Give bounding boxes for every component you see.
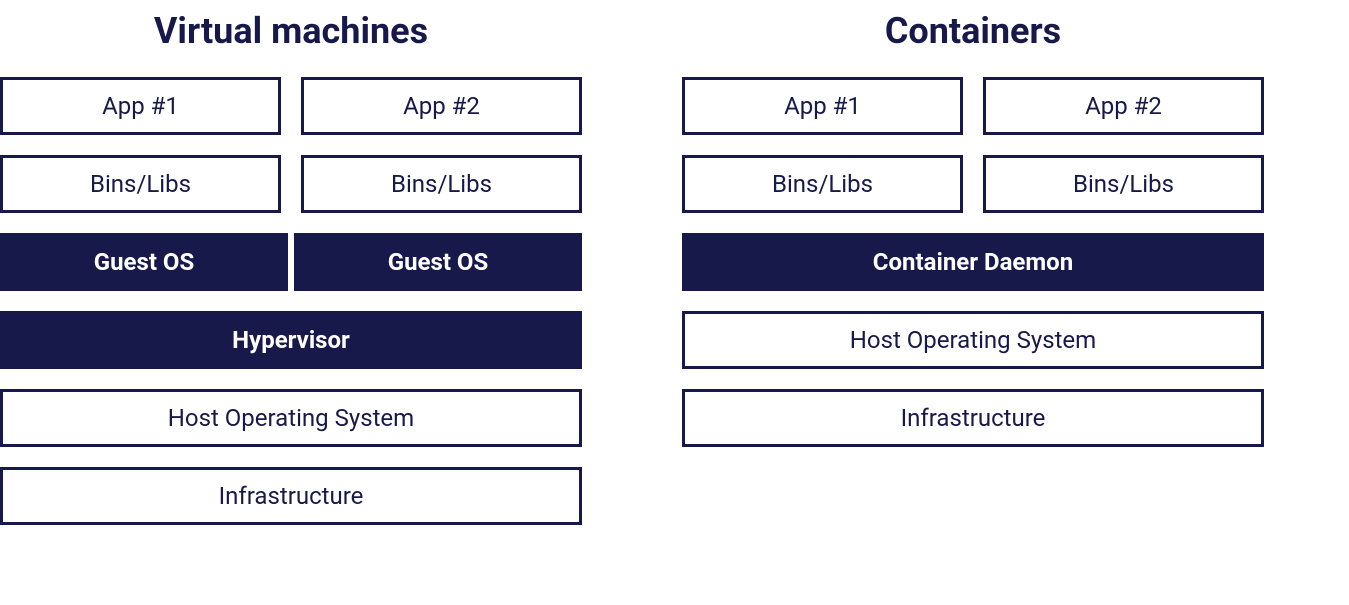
- containers-app-1: App #1: [682, 77, 963, 135]
- vm-app-2: App #2: [301, 77, 582, 135]
- vm-guestos-row: Guest OS Guest OS: [0, 233, 582, 291]
- containers-title: Containers: [682, 10, 1264, 52]
- vm-title: Virtual machines: [0, 10, 582, 52]
- containers-libs-2: Bins/Libs: [983, 155, 1264, 213]
- vm-hypervisor: Hypervisor: [0, 311, 582, 369]
- containers-daemon-row: Container Daemon: [682, 233, 1264, 291]
- containers-infra-row: Infrastructure: [682, 389, 1264, 447]
- vm-guestos-1: Guest OS: [0, 233, 288, 291]
- vm-app-1: App #1: [0, 77, 281, 135]
- containers-column: Containers App #1 App #2 Bins/Libs Bins/…: [682, 10, 1264, 595]
- containers-libs-row: Bins/Libs Bins/Libs: [682, 155, 1264, 213]
- vm-libs-1: Bins/Libs: [0, 155, 281, 213]
- containers-hostos: Host Operating System: [682, 311, 1264, 369]
- vm-guestos-2: Guest OS: [294, 233, 582, 291]
- containers-app-2: App #2: [983, 77, 1264, 135]
- vm-libs-row: Bins/Libs Bins/Libs: [0, 155, 582, 213]
- vm-column: Virtual machines App #1 App #2 Bins/Libs…: [0, 10, 582, 595]
- containers-infra: Infrastructure: [682, 389, 1264, 447]
- vm-infra: Infrastructure: [0, 467, 582, 525]
- vm-infra-row: Infrastructure: [0, 467, 582, 525]
- containers-daemon: Container Daemon: [682, 233, 1264, 291]
- vm-hostos-row: Host Operating System: [0, 389, 582, 447]
- vm-hostos: Host Operating System: [0, 389, 582, 447]
- containers-hostos-row: Host Operating System: [682, 311, 1264, 369]
- vm-hypervisor-row: Hypervisor: [0, 311, 582, 369]
- containers-apps-row: App #1 App #2: [682, 77, 1264, 135]
- containers-libs-1: Bins/Libs: [682, 155, 963, 213]
- vm-libs-2: Bins/Libs: [301, 155, 582, 213]
- vm-apps-row: App #1 App #2: [0, 77, 582, 135]
